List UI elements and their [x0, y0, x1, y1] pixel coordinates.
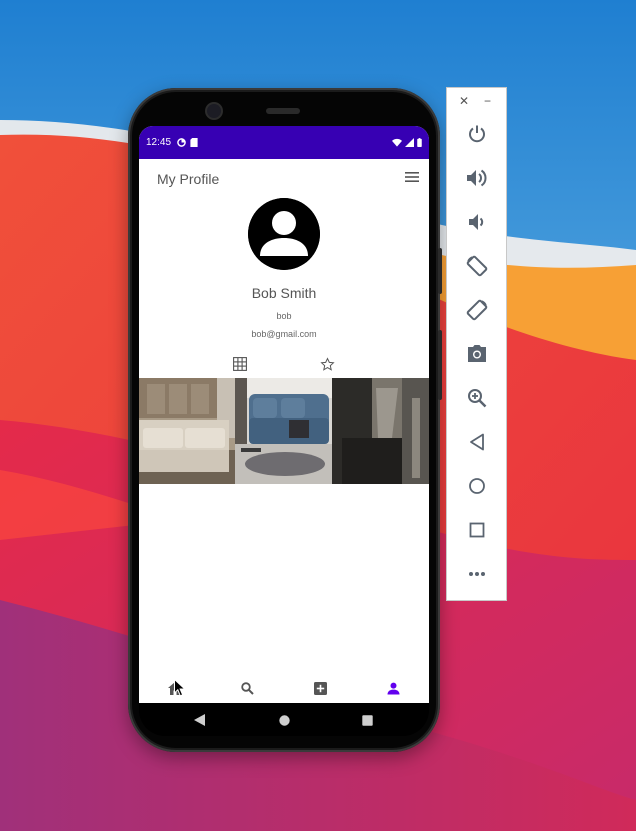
status-bar: 12:45 — [139, 126, 429, 159]
cellular-signal-icon — [405, 138, 414, 147]
camera-icon — [468, 345, 486, 362]
profile-username: bob — [276, 311, 292, 321]
rotate-left-button[interactable] — [465, 254, 489, 278]
overview-square-icon — [469, 522, 485, 538]
earpiece-speaker — [266, 108, 300, 114]
nav-add-post[interactable] — [312, 680, 328, 696]
volume-side-button — [438, 330, 442, 400]
rotate-left-icon — [466, 255, 488, 277]
star-icon — [319, 356, 335, 371]
home-circle-icon — [278, 714, 290, 726]
power-icon — [469, 125, 485, 143]
wifi-icon — [392, 138, 402, 147]
app-header: My Profile — [139, 159, 429, 199]
rotate-right-button[interactable] — [465, 298, 489, 322]
rotate-right-icon — [466, 299, 488, 321]
grid-icon — [233, 357, 247, 371]
system-home-button[interactable] — [277, 713, 291, 727]
emulator-toolbar: ✕ − — [446, 87, 507, 601]
profile-avatar — [248, 198, 320, 270]
emulator-window-controls: ✕ − — [447, 94, 508, 108]
tab-posts-grid[interactable] — [230, 354, 250, 374]
volume-up-icon — [467, 169, 487, 187]
home-button[interactable] — [465, 474, 489, 498]
page-title: My Profile — [157, 171, 220, 187]
zoom-in-icon — [468, 389, 487, 408]
photo-grid — [139, 378, 429, 484]
screenshot-button[interactable] — [465, 342, 489, 366]
close-icon[interactable]: ✕ — [459, 94, 469, 108]
search-icon — [240, 681, 254, 695]
battery-icon — [417, 138, 422, 147]
volume-down-button[interactable] — [465, 210, 489, 234]
front-camera — [207, 104, 221, 118]
add-box-icon — [313, 681, 327, 695]
hamburger-menu-icon[interactable] — [405, 170, 419, 188]
recents-square-icon — [361, 714, 373, 726]
photo-thumbnail[interactable] — [235, 378, 332, 484]
status-time: 12:45 — [146, 137, 172, 148]
more-horizontal-icon — [469, 572, 485, 576]
data-saver-icon — [177, 138, 186, 147]
system-back-button[interactable] — [192, 713, 206, 727]
volume-up-button[interactable] — [465, 166, 489, 190]
sd-card-icon — [190, 138, 198, 147]
back-icon — [470, 433, 484, 451]
power-button[interactable] — [465, 122, 489, 146]
tab-favorites[interactable] — [317, 354, 337, 374]
person-avatar-icon — [248, 198, 320, 270]
system-recents-button[interactable] — [360, 713, 374, 727]
profile-email: bob@gmail.com — [251, 329, 317, 339]
nav-profile[interactable] — [385, 680, 401, 696]
person-icon — [387, 682, 399, 694]
photo-thumbnail[interactable] — [332, 378, 429, 484]
back-button[interactable] — [465, 430, 489, 454]
system-navigation-bar — [139, 703, 429, 736]
minimize-icon[interactable]: − — [484, 94, 491, 108]
photo-thumbnail[interactable] — [139, 378, 235, 484]
nav-search[interactable] — [239, 680, 255, 696]
back-triangle-icon — [193, 714, 205, 726]
volume-down-icon — [469, 214, 484, 230]
overview-button[interactable] — [465, 518, 489, 542]
profile-tab-bar — [139, 354, 429, 374]
app-screen: 12:45 My Profile Bob Smith bob bob@gmail… — [139, 126, 429, 703]
power-side-button — [438, 248, 442, 294]
zoom-button[interactable] — [465, 386, 489, 410]
mouse-cursor-icon — [174, 679, 186, 697]
profile-name: Bob Smith — [251, 285, 317, 301]
more-options-button[interactable] — [465, 562, 489, 586]
home-circle-icon — [469, 478, 485, 494]
